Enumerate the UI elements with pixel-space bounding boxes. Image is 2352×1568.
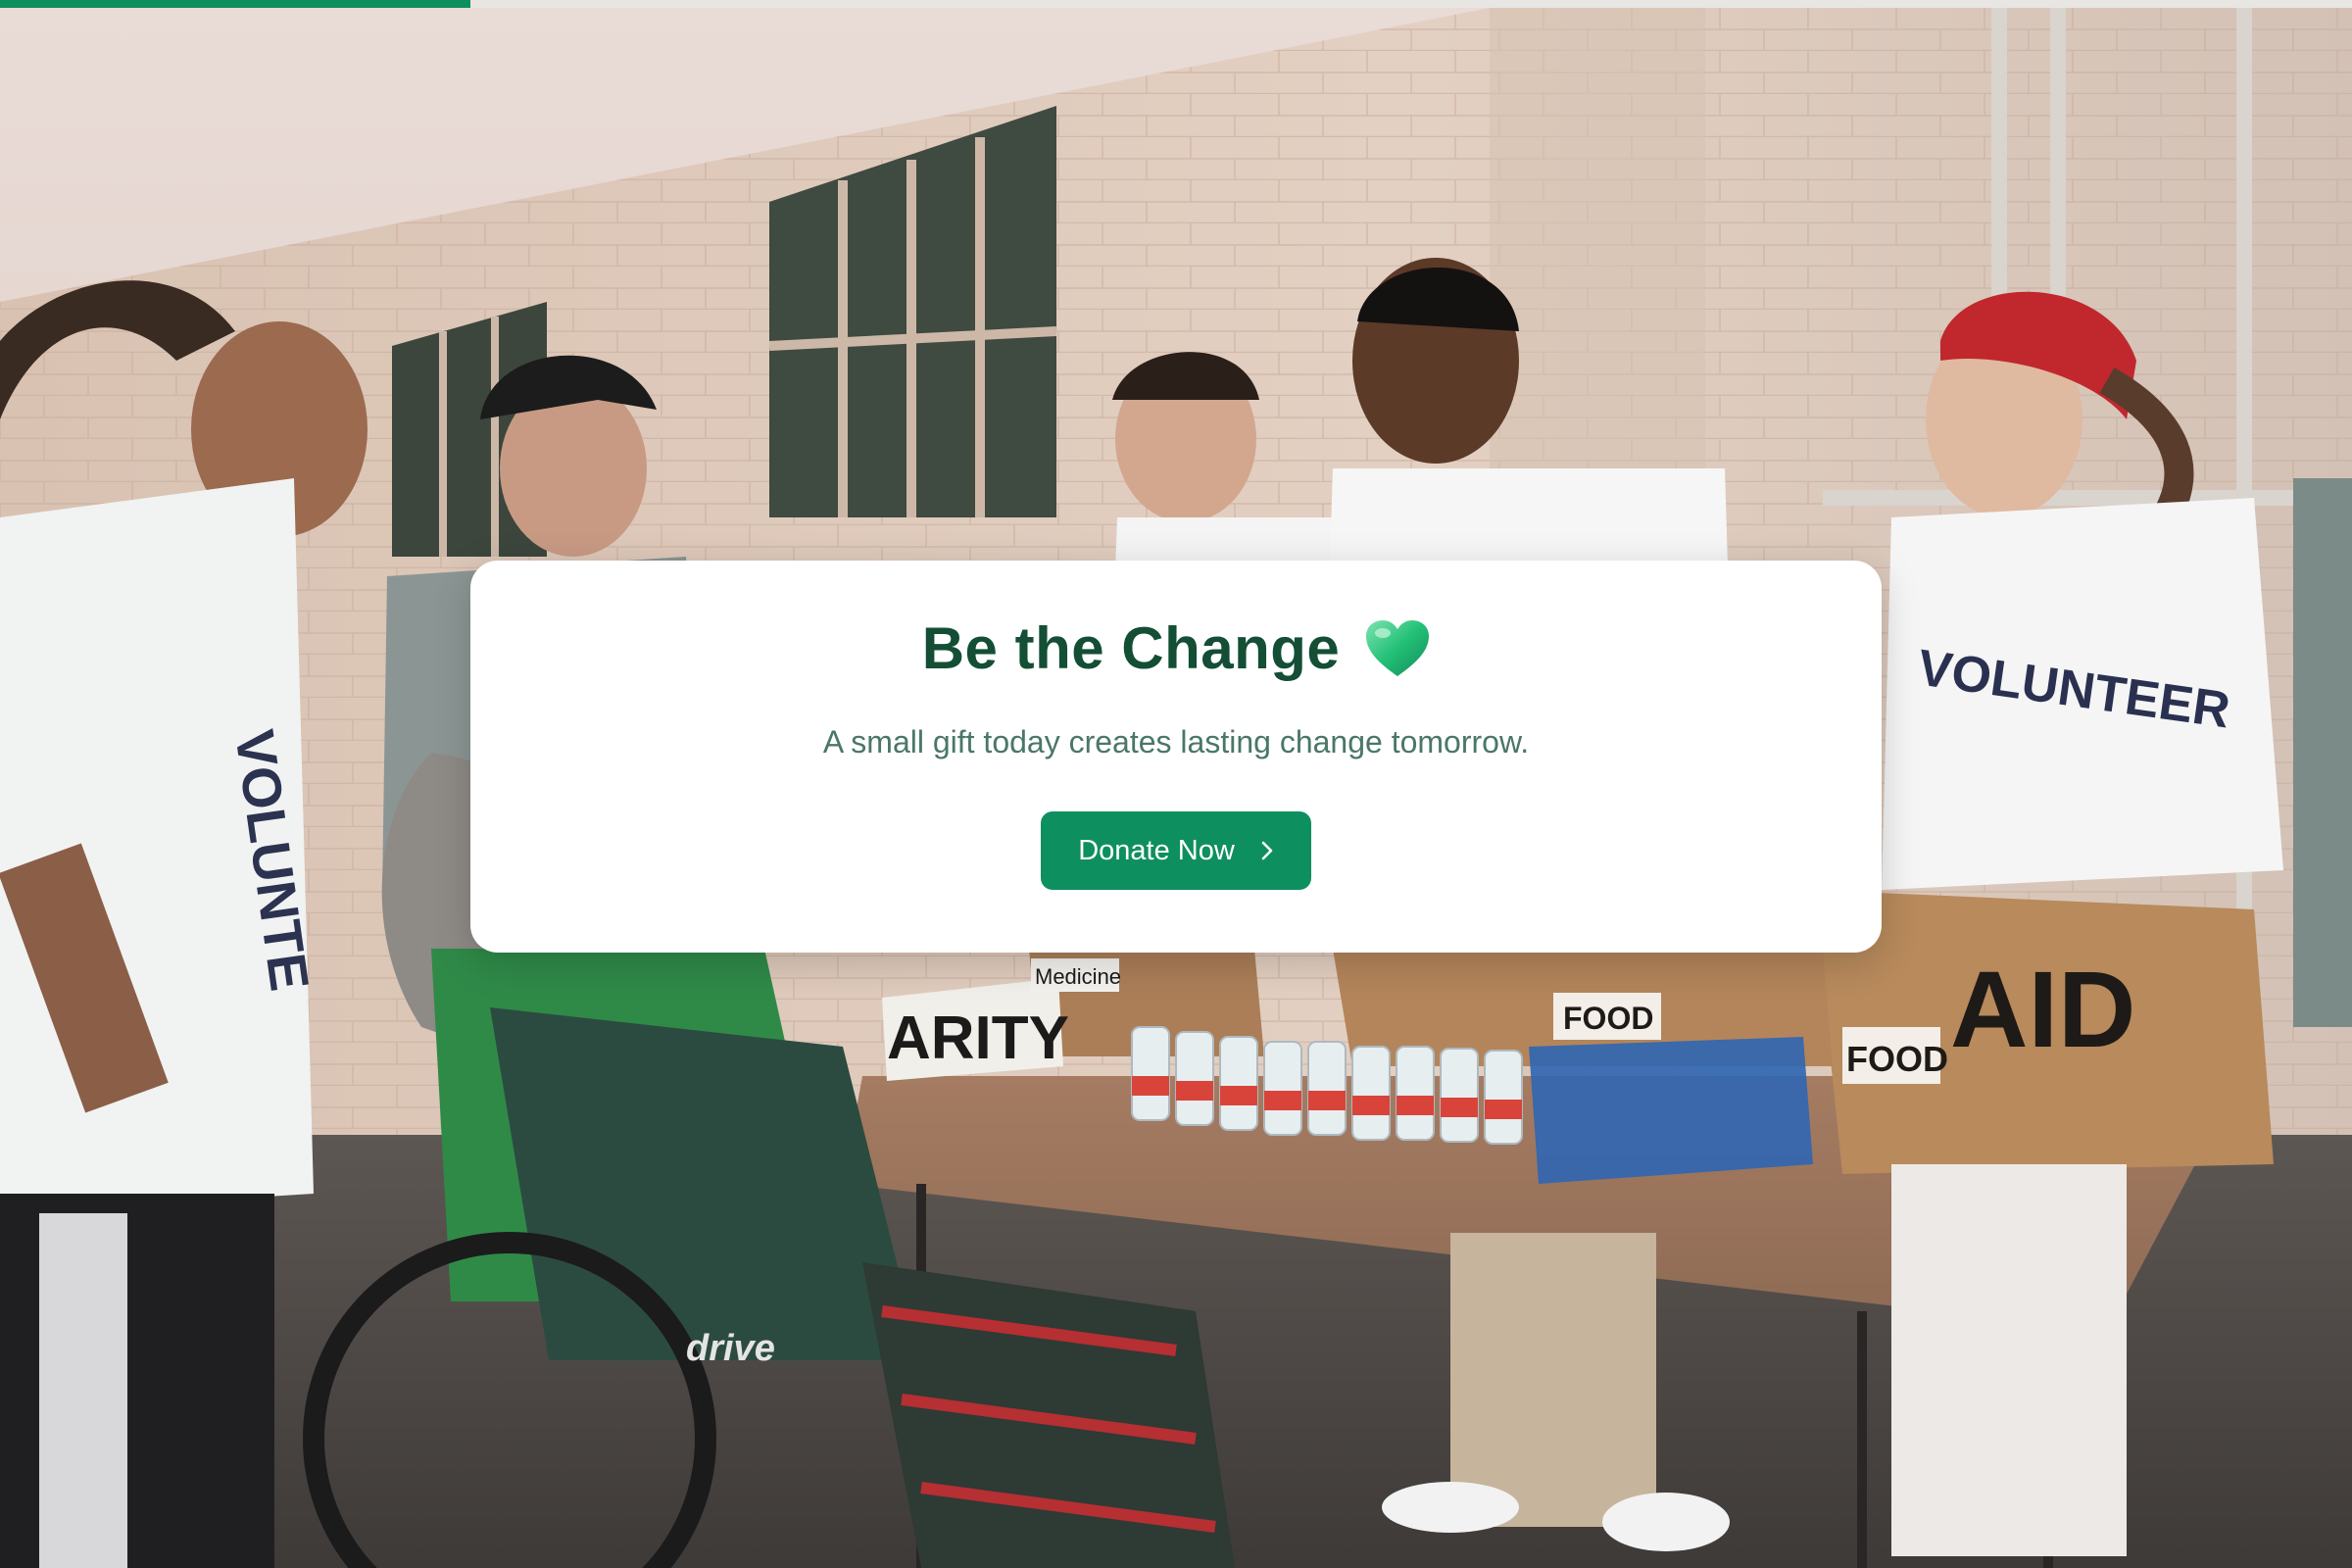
food-box-label-right: FOOD [1846, 1039, 1948, 1079]
green-heart-icon [1366, 620, 1430, 676]
page-subtitle: A small gift today creates lasting chang… [822, 724, 1530, 760]
medicine-sign: Medicine [1035, 964, 1121, 989]
aid-box-label: AID [1950, 950, 2135, 1070]
donate-button-label: Donate Now [1078, 834, 1235, 866]
page-progress-bar [0, 0, 2352, 8]
donate-now-button[interactable]: Donate Now [1041, 811, 1311, 890]
chevron-right-icon [1261, 841, 1273, 860]
progress-fill [0, 0, 470, 8]
food-box-label-center: FOOD [1563, 1001, 1653, 1036]
wheelchair-brand-label: drive [686, 1328, 775, 1369]
donation-landing-page: AID FOOD FOOD ARITY Medicine VOLUNTE VOL… [0, 0, 2352, 1568]
title-row: Be the Change [470, 619, 1882, 678]
page-title: Be the Change [921, 615, 1341, 681]
charity-sign: ARITY [887, 1004, 1069, 1072]
hero-card: Be the Change A small gift today creates… [470, 561, 1882, 953]
